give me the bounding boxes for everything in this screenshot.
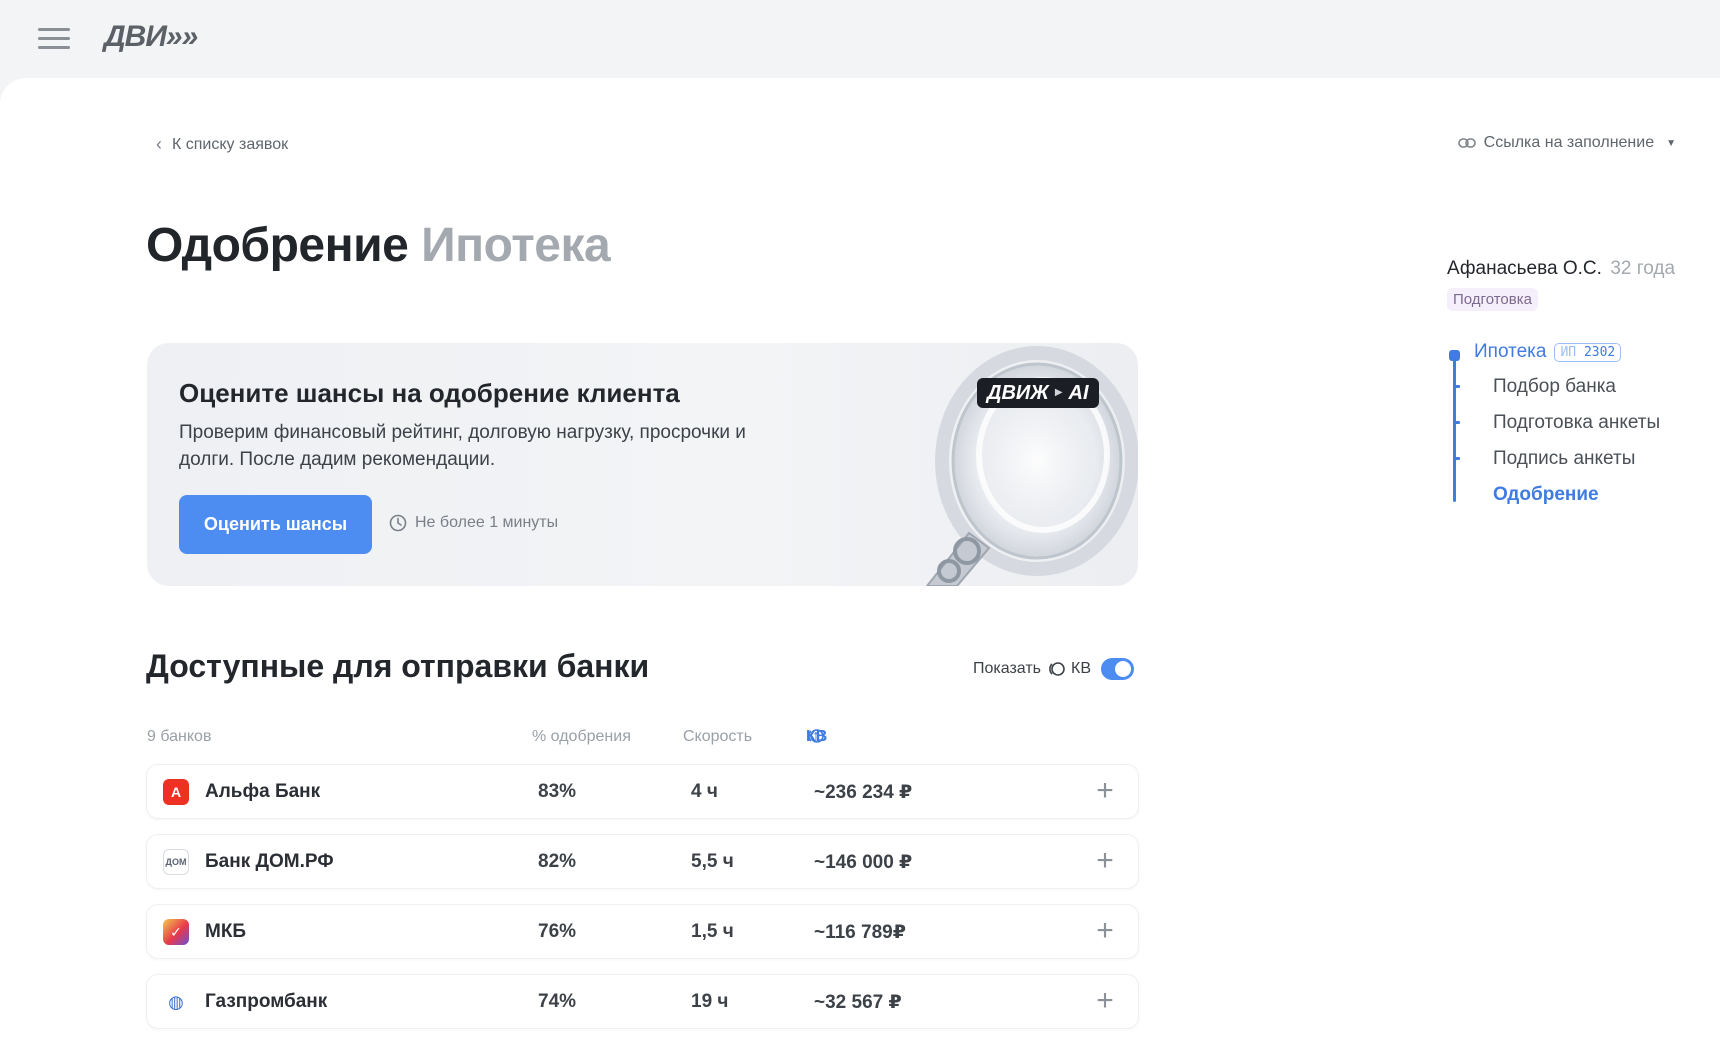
fill-link-label: Ссылка на заполнение [1483,134,1655,151]
show-kv-toggle-group: Показать КВ [973,658,1135,680]
kv-toggle-text: КВ [1071,660,1092,677]
speed-value: 19 ч [691,991,729,1012]
page-title-sub: Ипотека [421,219,611,272]
bank-count-label: 9 банков [147,728,212,745]
banks-table-header: 9 банков % одобрения Скорость КВ ↑ [147,728,1138,752]
status-badge: Подготовка [1447,288,1538,311]
kv-value: ~32 567 ₽ [814,992,902,1013]
approval-rate: 82% [538,851,577,872]
step-tick [1455,457,1460,460]
back-to-list-link[interactable]: ‹ К списку заявок [156,134,288,155]
show-kv-label: Показать [973,660,1042,677]
client-info: Афанасьева О.С. 32 года Подготовка [1447,258,1675,311]
approval-rate: 76% [538,921,577,942]
step-mortgage[interactable]: Ипотека ИП 2302 [1474,341,1622,363]
steps-dot [1449,350,1460,361]
logo[interactable]: ДВИ»» [104,20,198,54]
bank-name: Газпромбанк [205,991,328,1012]
column-header-speed[interactable]: Скорость [683,728,752,746]
ai-badge-left: ДВИЖ [987,382,1049,404]
step-mortgage-label: Ипотека [1474,341,1547,362]
dom-rf-icon: ДОМ [163,849,189,875]
ai-badge-right: AI [1068,382,1089,404]
kv-label-group: КВ [1047,660,1091,678]
back-link-label: К списку заявок [172,135,289,153]
step-form-signing[interactable]: Подпись анкеты [1493,448,1635,470]
approval-rate: 74% [538,991,577,1012]
bank-name: Альфа Банк [205,781,321,802]
add-bank-plus-icon[interactable]: + [1090,916,1120,947]
hamburger-menu-icon[interactable] [38,26,70,50]
play-icon: ▶ [1054,387,1063,398]
column-header-approval[interactable]: % одобрения [532,728,631,746]
duration-hint: Не более 1 минуты [389,514,558,532]
banks-list: А Альфа Банк 83% 4 ч ~236 234 ₽ + ДОМ Банк ДОМ.… [146,764,1139,1044]
evaluate-chances-button[interactable]: Оценить шансы [179,495,372,554]
page-title: Одобрение Ипотека [146,218,611,273]
add-bank-plus-icon[interactable]: + [1090,986,1120,1017]
kv-icon [1049,662,1065,676]
kv-value: ~146 000 ₽ [814,852,913,873]
add-bank-plus-icon[interactable]: + [1090,776,1120,807]
client-age: 32 года [1610,258,1676,279]
step-bank-selection[interactable]: Подбор банка [1493,376,1616,398]
promo-title: Оцените шансы на одобрение клиента [179,378,680,408]
sort-ascending-icon: ↑ [812,728,820,745]
add-bank-plus-icon[interactable]: + [1090,846,1120,877]
step-approval[interactable]: Одобрение [1493,484,1599,506]
bank-name: МКБ [205,921,247,942]
mkb-icon: ✓ [163,919,189,945]
link-icon [1457,138,1476,148]
step-tick [1455,421,1460,424]
chevron-left-icon: ‹ [156,134,162,154]
caret-down-icon: ▼ [1666,137,1676,149]
application-id-tag: ИП 2302 [1554,342,1622,362]
client-name: Афанасьева О.С. [1447,258,1602,279]
banks-section-title: Доступные для отправки банки [146,648,650,684]
steps-line [1453,354,1456,502]
speed-value: 4 ч [691,781,718,802]
approval-chance-card: Оцените шансы на одобрение клиента Прове… [147,343,1138,586]
clock-icon [389,514,407,532]
main-content: ‹ К списку заявок Ссылка на заполнение ▼… [0,78,1720,1058]
bank-name: Банк ДОМ.РФ [205,851,334,872]
step-form-preparation[interactable]: Подготовка анкеты [1493,412,1660,434]
step-tick [1455,385,1460,388]
page-title-main: Одобрение [146,219,409,272]
gazprombank-icon: ◍ [163,989,189,1015]
column-header-kv[interactable]: КВ ↑ [806,728,827,745]
fill-link-dropdown[interactable]: Ссылка на заполнение ▼ [1457,134,1676,152]
bank-row[interactable]: ◍ Газпромбанк 74% 19 ч ~32 567 ₽ + [146,974,1139,1029]
speed-value: 1,5 ч [691,921,734,942]
dvizh-ai-badge: ДВИЖ ▶ AI [977,378,1099,408]
bank-row[interactable]: ✓ МКБ 76% 1,5 ч ~116 789₽ + [146,904,1139,959]
duration-hint-text: Не более 1 минуты [415,514,559,531]
promo-description: Проверим финансовый рейтинг, долговую на… [179,422,746,470]
approval-rate: 83% [538,781,577,802]
kv-value: ~236 234 ₽ [814,782,913,803]
bank-row[interactable]: А Альфа Банк 83% 4 ч ~236 234 ₽ + [146,764,1139,819]
kv-value: ~116 789₽ [814,922,906,943]
bank-row[interactable]: ДОМ Банк ДОМ.РФ 82% 5,5 ч ~146 000 ₽ + [146,834,1139,889]
speed-value: 5,5 ч [691,851,734,872]
show-kv-toggle[interactable] [1101,658,1135,680]
top-bar: ДВИ»» [0,0,1720,78]
alfa-bank-icon: А [163,779,189,805]
